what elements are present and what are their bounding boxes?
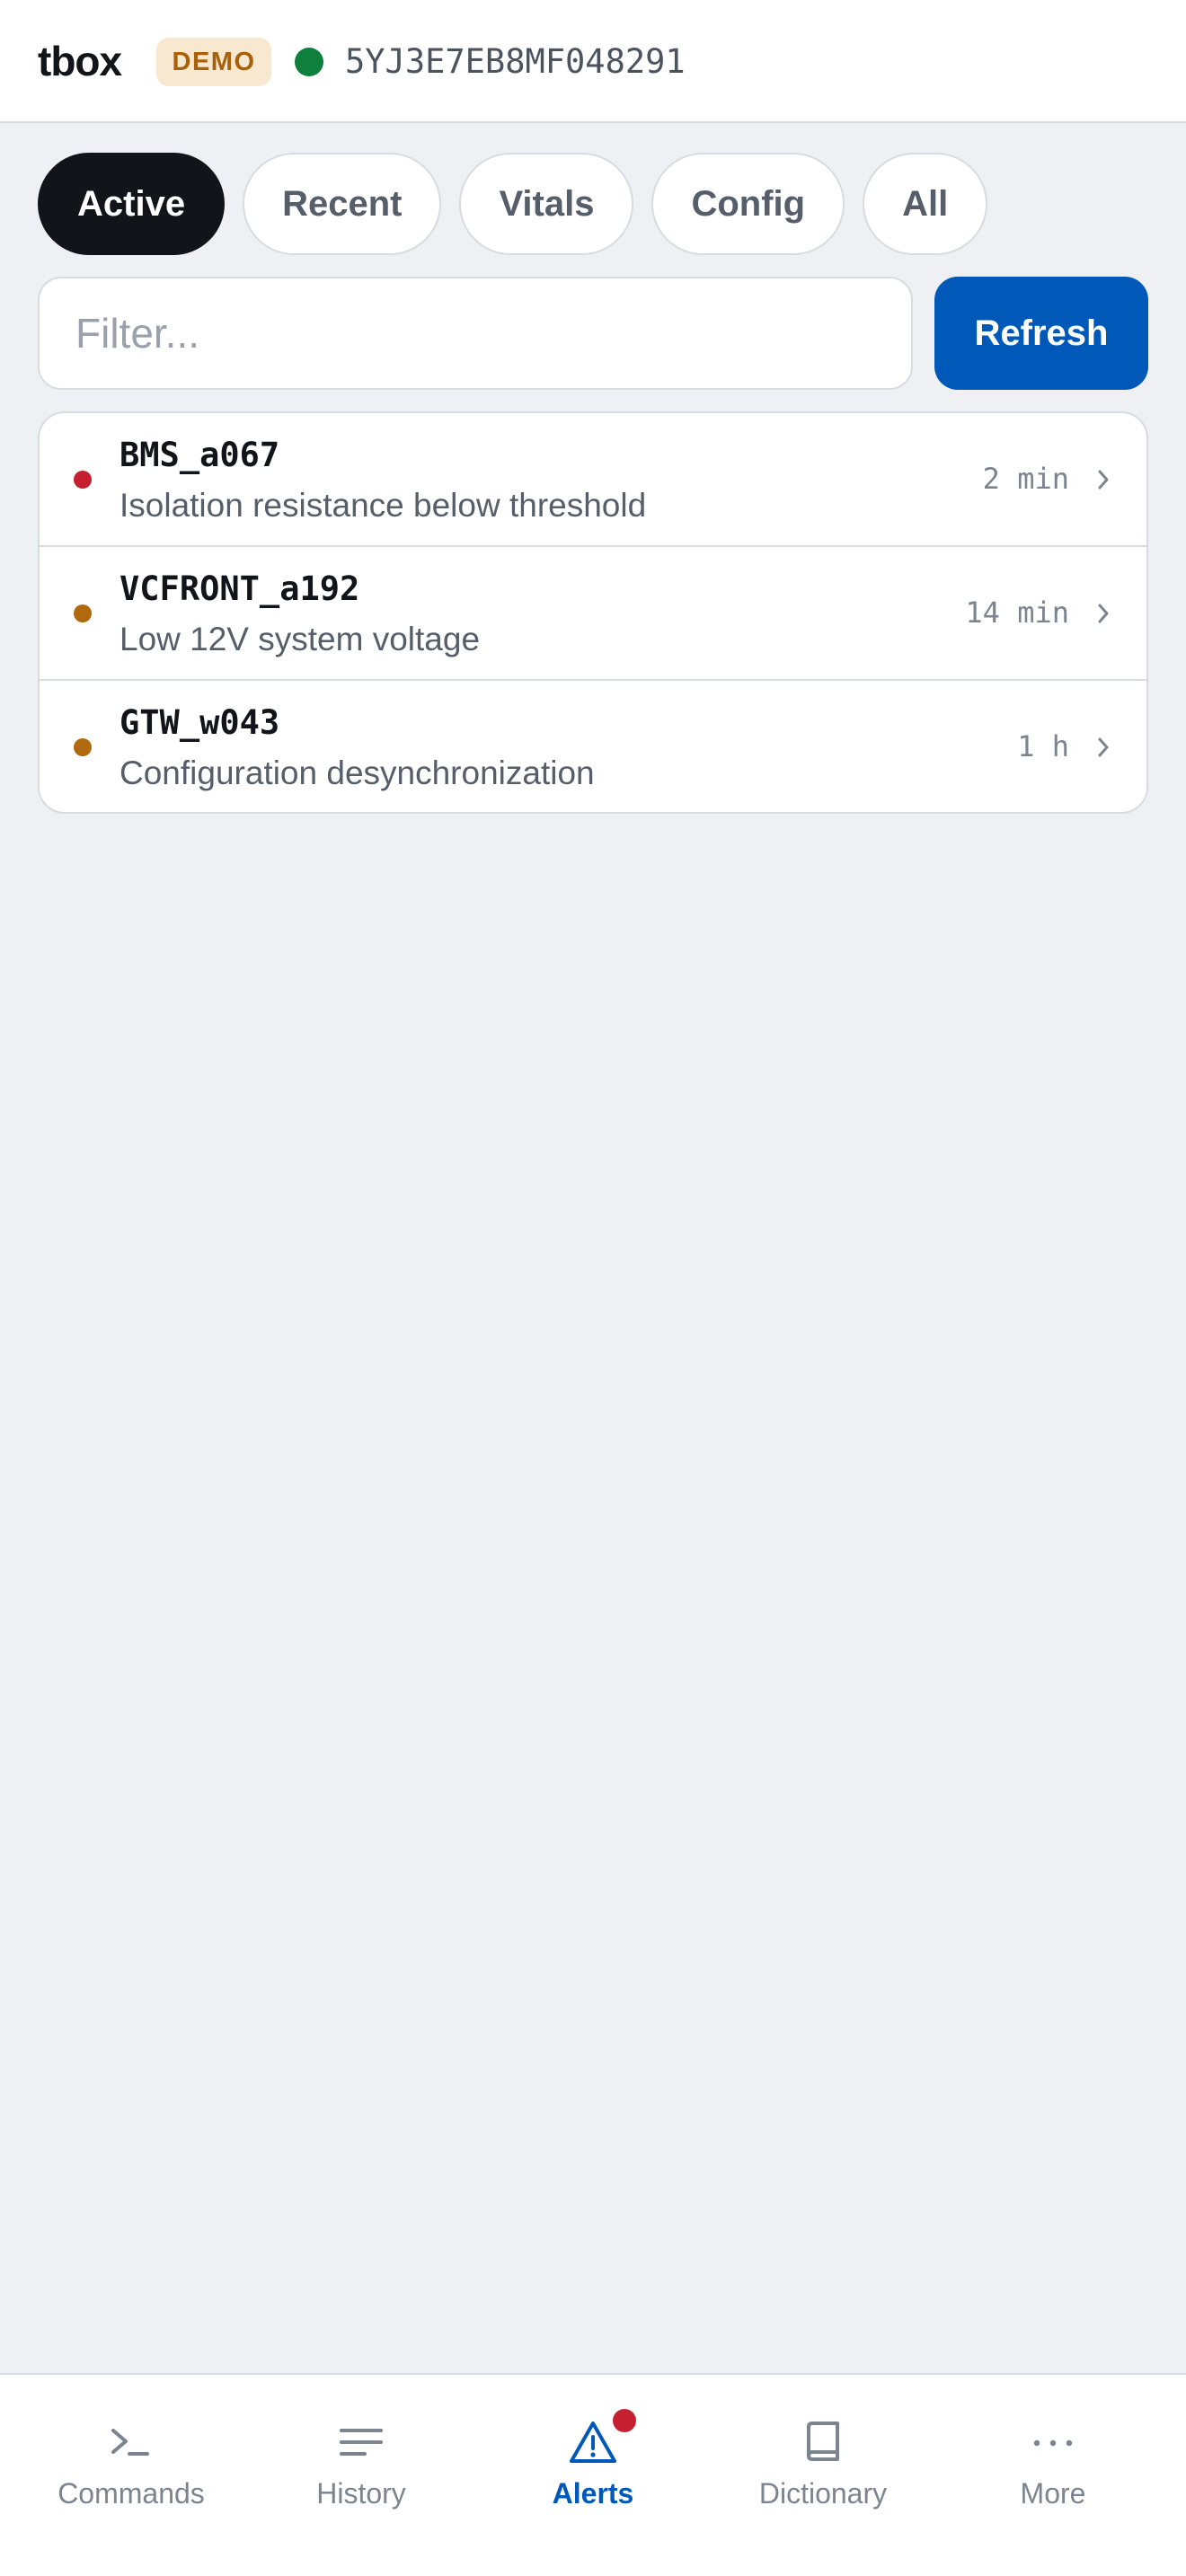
alert-list: BMS_a067 Isolation resistance below thre…: [38, 411, 1148, 814]
app-brand: tbox: [38, 38, 122, 84]
filter-input[interactable]: [38, 277, 913, 390]
alert-code: GTW_w043: [119, 703, 280, 742]
severity-dot: [74, 471, 92, 489]
chevron-right-icon: [1098, 470, 1109, 490]
tab-recent[interactable]: Recent: [243, 153, 442, 255]
more-dots-icon: [1033, 2439, 1073, 2447]
app-header: tbox DEMO 5YJ3E7EB8MF048291: [0, 0, 1186, 123]
vehicle-vin: 5YJ3E7EB8MF048291: [345, 42, 686, 81]
nav-label: More: [1020, 2477, 1086, 2510]
nav-alerts[interactable]: Alerts: [478, 2375, 708, 2510]
terminal-icon: [111, 2429, 149, 2456]
alert-item[interactable]: GTW_w043 Configuration desynchronization…: [40, 681, 1146, 812]
chevron-right-icon: [1098, 604, 1109, 623]
chevron-right-icon: [1098, 737, 1109, 757]
alert-item[interactable]: VCFRONT_a192 Low 12V system voltage 14 m…: [40, 547, 1146, 681]
tab-config[interactable]: Config: [651, 153, 845, 255]
warning-triangle-icon: [570, 2422, 616, 2463]
nav-history[interactable]: History: [246, 2375, 476, 2510]
severity-dot: [74, 604, 92, 622]
severity-dot: [74, 738, 92, 756]
refresh-button[interactable]: Refresh: [934, 277, 1148, 390]
alert-time: 1 h: [1017, 729, 1069, 763]
nav-label: History: [316, 2477, 406, 2510]
alert-time: 14 min: [965, 595, 1069, 630]
alert-code: BMS_a067: [119, 436, 280, 474]
book-icon: [807, 2422, 839, 2461]
alert-description: Isolation resistance below threshold: [119, 487, 647, 524]
alert-item[interactable]: BMS_a067 Isolation resistance below thre…: [40, 413, 1146, 547]
nav-dictionary[interactable]: Dictionary: [708, 2375, 938, 2510]
alert-time: 2 min: [982, 462, 1069, 496]
nav-commands[interactable]: Commands: [16, 2375, 246, 2510]
nav-more[interactable]: More: [938, 2375, 1168, 2510]
alert-filter-tabs: Active Recent Vitals Config All: [38, 153, 988, 255]
demo-mode-badge: DEMO: [156, 38, 271, 86]
bottom-nav: Commands History Alerts Dictionary More: [0, 2373, 1186, 2576]
tab-vitals[interactable]: Vitals: [459, 153, 634, 255]
alert-code: VCFRONT_a192: [119, 569, 360, 608]
tab-active[interactable]: Active: [38, 153, 226, 255]
nav-label: Dictionary: [758, 2477, 888, 2510]
nav-label: Commands: [58, 2477, 205, 2510]
list-icon: [340, 2429, 383, 2456]
tab-all[interactable]: All: [863, 153, 988, 255]
alerts-notification-badge: [613, 2409, 636, 2432]
alert-description: Configuration desynchronization: [119, 754, 595, 791]
nav-label: Alerts: [552, 2477, 634, 2510]
alert-description: Low 12V system voltage: [119, 621, 481, 657]
connection-status-dot: [295, 48, 323, 76]
